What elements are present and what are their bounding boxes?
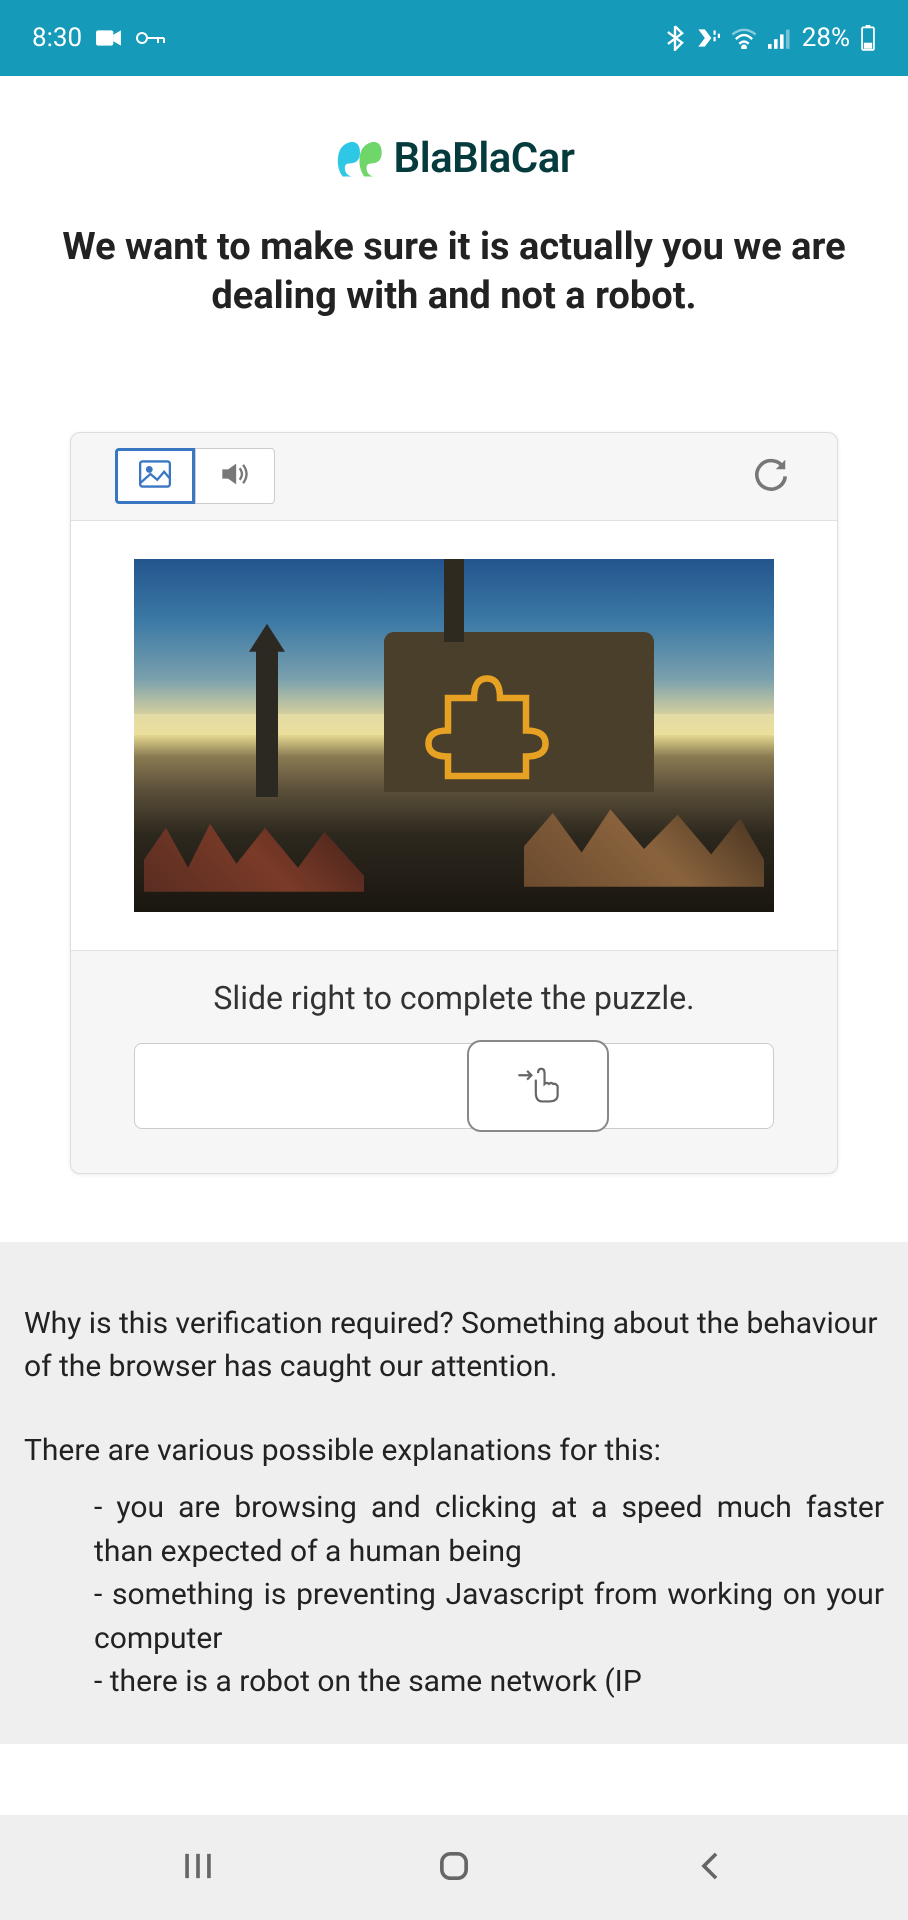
explanation-item: you are browsing and clicking at a speed… [94,1486,884,1573]
swipe-right-icon [514,1064,562,1108]
battery-icon [860,25,876,51]
recents-icon [181,1849,215,1887]
captcha-card: Slide right to complete the puzzle. [70,432,838,1174]
reload-icon [752,455,790,497]
captcha-image-area [71,521,837,950]
captcha-mode-group [115,448,275,504]
back-icon [695,1849,725,1887]
home-icon [437,1849,471,1887]
status-time: 8:30 [32,23,82,53]
page-heading: We want to make sure it is actually you … [30,223,878,322]
nav-recents-button[interactable] [168,1838,228,1898]
captcha-toolbar [71,433,837,521]
android-nav-bar [0,1815,908,1920]
captcha-audio-mode-button[interactable] [195,448,275,504]
captcha-slider-track[interactable] [134,1043,774,1129]
camera-icon [96,28,122,48]
brand-logo: BlaBlaCar [30,134,878,183]
explanation-item: something is preventing Javascript from … [94,1573,884,1660]
captcha-reload-button[interactable] [749,454,793,498]
audio-icon [220,461,250,491]
status-right: 28% [666,23,876,53]
captcha-instruction-text: Slide right to complete the puzzle. [127,979,781,1017]
captcha-puzzle-image[interactable] [134,559,774,912]
vibrate-icon [694,26,720,50]
captcha-slider-handle[interactable] [467,1040,609,1132]
puzzle-target-outline [422,659,552,789]
page-content: BlaBlaCar We want to make sure it is act… [0,76,908,1174]
captcha-footer: Slide right to complete the puzzle. [71,950,837,1173]
explanation-intro-text: Why is this verification required? Somet… [24,1302,884,1389]
signal-icon [768,27,792,49]
explanation-lead-text: There are various possible explanations … [24,1429,884,1473]
status-battery-pct: 28% [802,23,850,53]
brand-quotes-icon [334,135,386,183]
wifi-icon [730,27,758,49]
nav-home-button[interactable] [424,1838,484,1898]
bluetooth-icon [666,25,684,51]
vpn-key-icon [136,29,166,47]
nav-back-button[interactable] [680,1838,740,1898]
brand-name: BlaBlaCar [394,134,575,183]
image-icon [139,460,171,492]
explanation-item: there is a robot on the same network (IP [94,1660,884,1704]
status-bar: 8:30 28% [0,0,908,76]
captcha-image-mode-button[interactable] [115,448,195,504]
status-left: 8:30 [32,23,166,53]
explanation-list: you are browsing and clicking at a speed… [24,1486,884,1704]
explanation-section: Why is this verification required? Somet… [0,1242,908,1744]
